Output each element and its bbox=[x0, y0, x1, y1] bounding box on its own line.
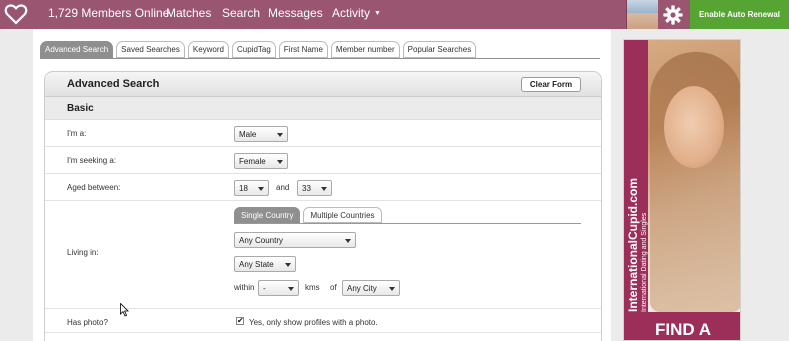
tab-member-number[interactable]: Member number bbox=[330, 41, 400, 58]
caret-down-icon: ▼ bbox=[374, 10, 381, 17]
enable-auto-renewal-button[interactable]: Enable Auto Renewal bbox=[690, 0, 789, 29]
nav-activity[interactable]: Activity ▼ bbox=[332, 6, 381, 20]
dropdown-arrow-icon bbox=[288, 287, 294, 291]
row-living-in: Living in: Single Country Multiple Count… bbox=[45, 201, 601, 309]
seeking-label: I'm seeking a: bbox=[67, 156, 117, 165]
section-header-basic: Basic bbox=[45, 97, 601, 120]
search-content: Advanced Search Saved Searches Keyword C… bbox=[33, 29, 611, 341]
tab-multiple-countries[interactable]: Multiple Countries bbox=[303, 207, 382, 223]
distance-select[interactable]: - bbox=[258, 280, 299, 296]
location-tabs: Single Country Multiple Countries bbox=[234, 207, 382, 223]
ad-headline: FIND A bbox=[624, 312, 740, 340]
clear-form-button[interactable]: Clear Form bbox=[521, 77, 581, 92]
im-a-label: I'm a: bbox=[67, 129, 87, 138]
of-label: of bbox=[330, 283, 337, 292]
ad-vertical-text: InternationalCupid.com International Dat… bbox=[626, 82, 648, 312]
distance-select-value: - bbox=[263, 283, 266, 293]
nav-messages[interactable]: Messages bbox=[268, 6, 323, 20]
row-im-a: I'm a: Male bbox=[45, 120, 601, 147]
row-seeking: I'm seeking a: Female bbox=[45, 147, 601, 174]
advanced-search-panel: Advanced Search Clear Form Basic I'm a: … bbox=[44, 71, 602, 341]
tab-saved-searches[interactable]: Saved Searches bbox=[116, 41, 185, 58]
state-select-value: Any State bbox=[239, 259, 274, 269]
seeking-select-value: Female bbox=[239, 156, 266, 166]
tabs-divider bbox=[40, 58, 600, 59]
tab-keyword[interactable]: Keyword bbox=[187, 41, 229, 58]
dropdown-arrow-icon bbox=[277, 160, 283, 164]
living-in-label: Living in: bbox=[67, 248, 99, 257]
gender-select[interactable]: Male bbox=[234, 126, 288, 142]
dropdown-arrow-icon bbox=[277, 133, 283, 137]
nav-activity-label: Activity bbox=[332, 6, 371, 20]
aged-label: Aged between: bbox=[67, 183, 121, 192]
age-and-text: and bbox=[276, 183, 290, 192]
user-avatar[interactable] bbox=[626, 0, 658, 29]
nav-search[interactable]: Search bbox=[222, 6, 260, 20]
dropdown-arrow-icon bbox=[321, 187, 327, 191]
age-to-select[interactable]: 33 bbox=[297, 180, 332, 196]
mouse-cursor-icon bbox=[120, 303, 129, 317]
ad-brand-name: InternationalCupid.com bbox=[626, 177, 640, 312]
nav-matches[interactable]: Matches bbox=[166, 6, 211, 20]
dropdown-arrow-icon bbox=[285, 263, 291, 267]
members-online-link[interactable]: 1,729 Members Online bbox=[48, 6, 169, 20]
has-photo-checkbox[interactable]: ✔ bbox=[236, 317, 244, 325]
heart-logo-icon[interactable] bbox=[4, 2, 28, 26]
panel-header: Advanced Search Clear Form bbox=[45, 72, 601, 97]
tab-single-country[interactable]: Single Country bbox=[234, 207, 301, 223]
gear-icon[interactable] bbox=[662, 4, 684, 26]
row-aged: Aged between: 18 and 33 bbox=[45, 174, 601, 201]
seeking-select[interactable]: Female bbox=[234, 153, 288, 169]
state-select[interactable]: Any State bbox=[234, 256, 296, 272]
has-photo-label: Has photo? bbox=[67, 318, 108, 327]
city-select-value: Any City bbox=[347, 283, 377, 293]
tab-advanced-search[interactable]: Advanced Search bbox=[40, 41, 114, 58]
within-label: within bbox=[234, 283, 255, 292]
section-title: Basic bbox=[67, 103, 94, 114]
gender-select-value: Male bbox=[239, 129, 257, 139]
search-tabs: Advanced Search Saved Searches Keyword C… bbox=[40, 41, 477, 58]
tab-popular-searches[interactable]: Popular Searches bbox=[402, 41, 477, 58]
city-select[interactable]: Any City bbox=[342, 280, 400, 296]
location-tabs-divider bbox=[234, 223, 581, 224]
panel-title: Advanced Search bbox=[67, 78, 160, 90]
age-to-value: 33 bbox=[302, 183, 311, 193]
dropdown-arrow-icon bbox=[345, 239, 351, 243]
age-from-value: 18 bbox=[239, 183, 248, 193]
tab-first-name[interactable]: First Name bbox=[278, 41, 328, 58]
ad-model-photo bbox=[664, 86, 724, 168]
ad-tagline: International Dating and Singles bbox=[641, 212, 648, 312]
tab-cupidtag[interactable]: CupidTag bbox=[231, 41, 276, 58]
has-photo-option-text: Yes, only show profiles with a photo. bbox=[249, 318, 378, 327]
kms-label: kms bbox=[305, 283, 320, 292]
advertisement-banner[interactable]: InternationalCupid.com International Dat… bbox=[623, 39, 741, 341]
dropdown-arrow-icon bbox=[258, 187, 264, 191]
country-select[interactable]: Any Country bbox=[234, 232, 356, 248]
age-from-select[interactable]: 18 bbox=[234, 180, 269, 196]
top-navigation-bar: 1,729 Members Online Matches Search Mess… bbox=[0, 0, 789, 29]
country-select-value: Any Country bbox=[239, 235, 284, 245]
dropdown-arrow-icon bbox=[389, 287, 395, 291]
